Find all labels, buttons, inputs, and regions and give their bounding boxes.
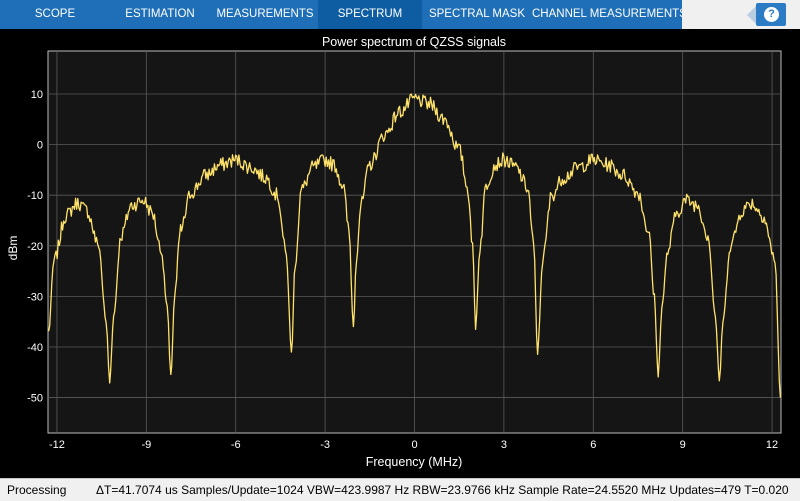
x-tick-label: 0 [411, 439, 417, 451]
x-tick-label: 9 [680, 439, 686, 451]
y-tick-label: -20 [27, 241, 43, 253]
x-tick-label: -12 [49, 439, 65, 451]
collapse-arrow-icon[interactable] [747, 6, 756, 24]
x-tick-label: -9 [141, 439, 151, 451]
y-tick-label: 0 [37, 140, 43, 152]
spectrum-plot-panel: Power spectrum of QZSS signals -12 -9 -6 -3… [0, 29, 800, 478]
x-tick-label: -3 [320, 439, 330, 451]
x-axis-label: Frequency (MHz) [366, 455, 463, 469]
tab-estimation[interactable]: ESTIMATION [110, 0, 210, 29]
y-axis-label: dBm [6, 236, 20, 261]
x-tick-label: -6 [231, 439, 241, 451]
tab-channel-measurements[interactable]: CHANNEL MEASUREMENTS [532, 0, 687, 29]
y-tick-label: -40 [27, 342, 43, 354]
chart-title: Power spectrum of QZSS signals [322, 35, 506, 49]
y-tick-label: -50 [27, 393, 43, 405]
tab-spectral-mask[interactable]: SPECTRAL MASK [422, 0, 532, 29]
x-tick-label: 6 [590, 439, 596, 451]
status-bar: Processing ΔT=41.7074 us Samples/Update=… [0, 478, 800, 501]
spectrum-chart[interactable]: Power spectrum of QZSS signals -12 -9 -6 -3… [0, 29, 800, 478]
toolstrip: SCOPE ESTIMATION MEASUREMENTS SPECTRUM S… [0, 0, 800, 29]
status-state: Processing [7, 483, 67, 497]
help-button[interactable]: ? [756, 3, 786, 26]
x-tick-label: 12 [766, 439, 778, 451]
y-tick-label: 10 [31, 89, 43, 101]
status-measurements: ΔT=41.7074 us Samples/Update=1024 VBW=42… [96, 483, 789, 497]
x-tick-label: 3 [501, 439, 507, 451]
y-tick-label: -10 [27, 190, 43, 202]
tab-scope[interactable]: SCOPE [0, 0, 110, 29]
help-icon: ? [764, 7, 779, 22]
y-tick-label: -30 [27, 291, 43, 303]
tab-measurements[interactable]: MEASUREMENTS [212, 0, 318, 29]
tab-spectrum[interactable]: SPECTRUM [318, 0, 422, 29]
